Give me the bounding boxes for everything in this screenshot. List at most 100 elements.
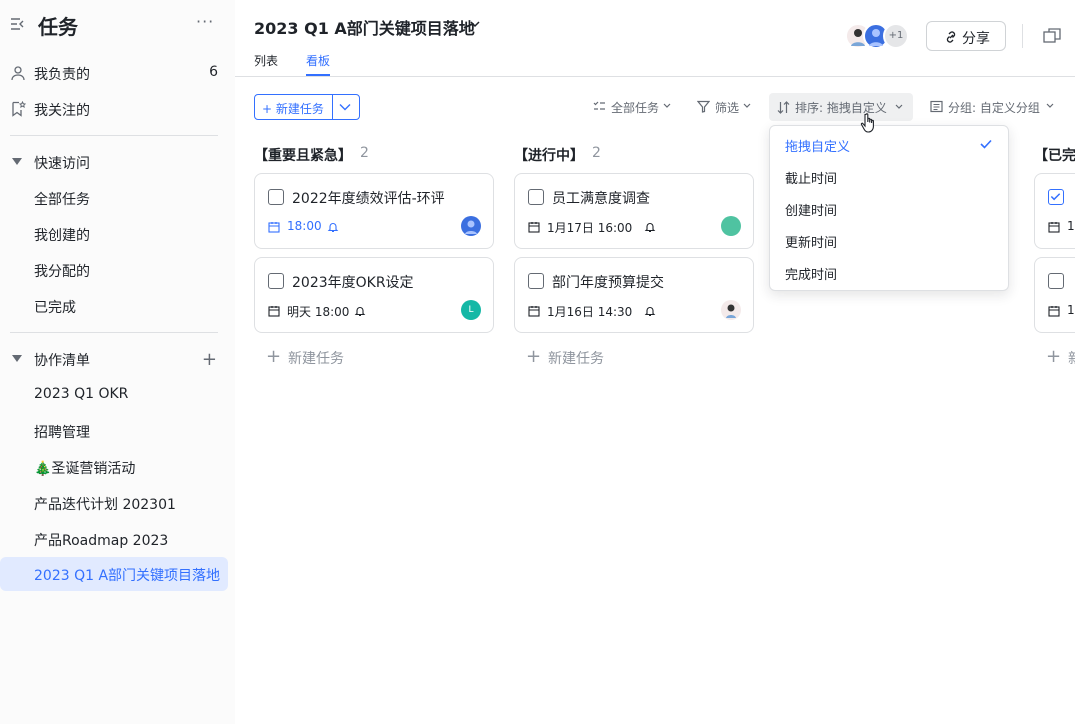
- sidebar-item-label: 全部任务: [34, 192, 90, 208]
- sidebar-divider: [10, 332, 218, 333]
- share-button[interactable]: 分享: [926, 21, 1006, 51]
- task-card[interactable]: 1: [1034, 173, 1075, 249]
- assignee-avatar[interactable]: [461, 216, 481, 236]
- task-due: 1: [1067, 219, 1075, 233]
- collapse-sidebar-icon[interactable]: [10, 16, 26, 32]
- task-title: 2022年度绩效评估-环评: [292, 191, 445, 207]
- plus-icon: +: [1046, 346, 1062, 367]
- button-split-divider: [332, 95, 333, 119]
- group-icon: [930, 100, 943, 113]
- calendar-icon: [268, 222, 280, 233]
- task-card[interactable]: 1: [1034, 257, 1075, 333]
- sidebar-item-label: 招聘管理: [34, 425, 90, 441]
- bell-icon: [354, 307, 366, 317]
- add-task-label: 新建任务: [288, 351, 344, 367]
- check-icon: [980, 139, 992, 149]
- sidebar-item-label: 我负责的: [34, 67, 90, 83]
- calendar-icon: [1048, 222, 1060, 233]
- task-checkbox[interactable]: [268, 273, 284, 289]
- sidebar-item-my-following[interactable]: 我关注的: [0, 92, 235, 126]
- header-divider: [235, 76, 1075, 77]
- sort-option-label: 创建时间: [785, 204, 838, 219]
- sidebar-item-created-by-me[interactable]: 我创建的: [0, 217, 235, 251]
- sidebar-item-assigned-by-me[interactable]: 我分配的: [0, 253, 235, 287]
- task-checkbox[interactable]: [268, 189, 284, 205]
- sidebar-item-my-responsible[interactable]: 我负责的 6: [0, 56, 235, 90]
- more-icon[interactable]: ···: [196, 12, 214, 31]
- bell-icon: [327, 223, 339, 233]
- filter-icon: [697, 100, 710, 113]
- add-task-label: 新: [1068, 348, 1075, 368]
- sidebar-item-list[interactable]: 产品Roadmap 2023: [0, 522, 235, 556]
- sort-option-label: 拖拽自定义: [785, 140, 851, 155]
- section-quick-access[interactable]: 快速访问: [0, 145, 235, 179]
- assignee-avatar[interactable]: [721, 300, 741, 320]
- column-count: 2: [592, 145, 601, 161]
- sidebar-title: 任务: [38, 15, 78, 39]
- task-card[interactable]: 2022年度绩效评估-环评 18:00: [254, 173, 494, 249]
- tab-board[interactable]: 看板: [306, 52, 330, 69]
- sidebar-header: 任务 ···: [0, 0, 235, 50]
- section-collab-lists[interactable]: 协作清单 +: [0, 342, 235, 376]
- sort-option-created-time[interactable]: 创建时间: [770, 192, 1008, 224]
- chevron-down-icon[interactable]: [469, 18, 481, 30]
- task-card[interactable]: 2023年度OKR设定 明天 18:00 L: [254, 257, 494, 333]
- task-checkbox[interactable]: [1048, 273, 1064, 289]
- sort-option-label: 更新时间: [785, 236, 838, 251]
- add-task-label: 新建任务: [548, 351, 604, 367]
- caret-down-icon: [12, 158, 22, 165]
- sort-option-label: 完成时间: [785, 268, 838, 283]
- task-title: 员工满意度调查: [552, 191, 650, 207]
- main-area: 2023 Q1 A部门关键项目落地 列表 看板 +1 分享 + 新建任务 全部任…: [235, 0, 1075, 724]
- sort-option-completed-time[interactable]: 完成时间: [770, 256, 1008, 288]
- sidebar-item-list[interactable]: 招聘管理: [0, 414, 235, 448]
- task-due: 明天 18:00: [287, 305, 350, 319]
- sidebar-item-label: 我关注的: [34, 103, 90, 119]
- sort-option-label: 截止时间: [785, 172, 838, 187]
- sidebar-item-all-tasks[interactable]: 全部任务: [0, 181, 235, 215]
- calendar-icon: [268, 306, 280, 317]
- column-title: 【重要且紧急】: [254, 148, 352, 164]
- assignee-avatar[interactable]: L: [461, 300, 481, 320]
- assignee-avatar[interactable]: [721, 216, 741, 236]
- avatar-overflow: +1: [883, 23, 909, 49]
- sidebar-item-list[interactable]: 2023 Q1 OKR: [0, 378, 235, 412]
- chevron-down-icon[interactable]: [339, 102, 351, 112]
- new-task-button[interactable]: + 新建任务: [254, 94, 360, 120]
- sidebar-item-label: 2023 Q1 A部门关键项目落地: [34, 568, 221, 584]
- share-label: 分享: [962, 31, 990, 47]
- open-in-window-icon[interactable]: [1043, 28, 1061, 44]
- chevron-down-icon: [743, 103, 751, 108]
- sidebar-divider: [10, 135, 218, 136]
- add-list-icon[interactable]: +: [202, 349, 217, 370]
- task-checkbox-checked[interactable]: [1048, 189, 1064, 205]
- task-card[interactable]: 员工满意度调查 1月17日 16:00: [514, 173, 754, 249]
- sidebar-item-label: 产品Roadmap 2023: [34, 533, 169, 549]
- task-checkbox[interactable]: [528, 189, 544, 205]
- sidebar-item-label: 🎄圣诞营销活动: [34, 461, 136, 477]
- sort-option-due-time[interactable]: 截止时间: [770, 160, 1008, 192]
- sort-button[interactable]: 排序: 拖拽自定义: [769, 93, 913, 121]
- chevron-down-icon: [895, 104, 903, 109]
- sidebar-item-list-active[interactable]: 2023 Q1 A部门关键项目落地: [0, 557, 228, 591]
- chevron-down-icon: [663, 103, 671, 108]
- bell-icon: [644, 307, 656, 317]
- calendar-icon: [1048, 306, 1060, 317]
- sidebar-item-list[interactable]: 产品迭代计划 202301: [0, 486, 235, 520]
- sidebar-item-label: 我分配的: [34, 264, 90, 280]
- sidebar-item-list[interactable]: 🎄圣诞营销活动: [0, 450, 235, 484]
- task-checkbox[interactable]: [528, 273, 544, 289]
- sort-option-updated-time[interactable]: 更新时间: [770, 224, 1008, 256]
- filter-label: 筛选: [715, 101, 740, 115]
- chevron-down-icon: [1046, 103, 1054, 108]
- sidebar-item-completed[interactable]: 已完成: [0, 289, 235, 323]
- member-avatars[interactable]: +1: [845, 23, 910, 49]
- sort-option-drag-custom[interactable]: 拖拽自定义: [770, 128, 1008, 160]
- project-title[interactable]: 2023 Q1 A部门关键项目落地: [254, 15, 475, 39]
- tab-list[interactable]: 列表: [254, 52, 278, 69]
- task-title: 2023年度OKR设定: [292, 275, 414, 291]
- sidebar-item-label: 已完成: [34, 300, 76, 316]
- calendar-icon: [528, 306, 540, 317]
- calendar-icon: [528, 222, 540, 233]
- task-card[interactable]: 部门年度预算提交 1月16日 14:30: [514, 257, 754, 333]
